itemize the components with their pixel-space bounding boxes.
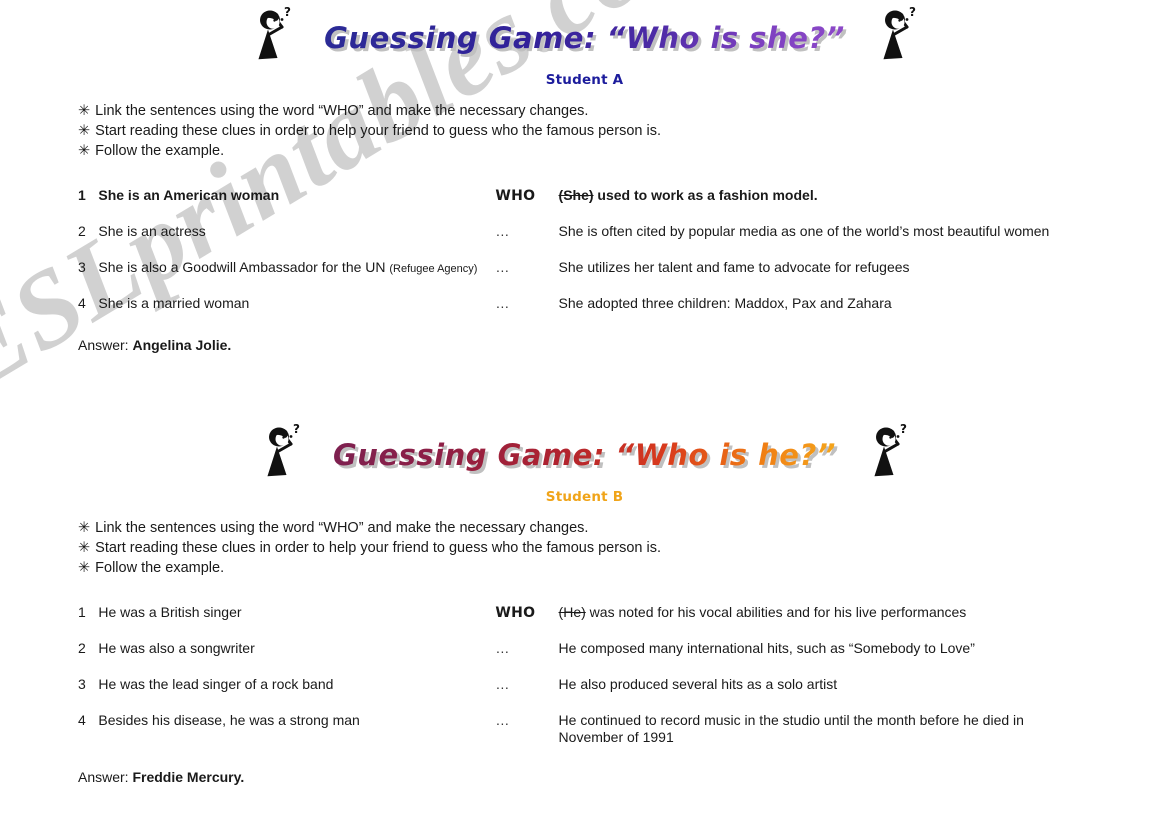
table-row: 3 She is also a Goodwill Ambassador for … <box>78 259 1088 295</box>
clue-left-text: She is also a Goodwill Ambassador for th… <box>98 259 478 275</box>
connector-dots: … <box>495 295 511 311</box>
section-a-instructions: ✳ Link the sentences using the word “WHO”… <box>78 102 1169 161</box>
connector-who: WHO <box>495 605 536 621</box>
svg-text:?: ? <box>900 422 907 436</box>
bullet-asterisk-icon: ✳ <box>78 123 91 139</box>
section-a-clue-table: 1 She is an American woman WHO (She) use… <box>78 187 1088 331</box>
clue-right-text: He also produced several hits as a solo … <box>558 676 838 692</box>
section-a-title-wordart: Guessing Game: “Who is she?” Guessing Ga… <box>324 21 847 58</box>
thinking-person-icon: ? <box>871 5 923 71</box>
section-b-title-wordart: Guessing Game: “Who is he?” Guessing Gam… <box>333 438 838 475</box>
section-b-title: Guessing Game: “Who is he?” <box>333 438 836 472</box>
section-b-header: ? Guessing Game: “Who is he?” Guessing G… <box>0 417 1169 505</box>
section-a-student-label: Student A <box>545 72 624 88</box>
clue-left-text: He was also a songwriter <box>98 640 255 656</box>
instruction-text: Follow the example. <box>95 560 225 576</box>
connector-dots: … <box>495 259 511 275</box>
section-a-answer: Answer: Angelina Jolie. <box>78 337 1169 353</box>
clue-left-text: He was the lead singer of a rock band <box>98 676 334 692</box>
clue-left-text: She is an American woman <box>98 187 280 203</box>
instruction-item: ✳ Link the sentences using the word “WHO”… <box>78 102 1169 121</box>
connector-who: WHO <box>495 188 536 204</box>
connector-dots: … <box>495 712 511 728</box>
clue-number: 3 <box>78 676 86 692</box>
instruction-item: ✳ Link the sentences using the word “WHO”… <box>78 519 1169 538</box>
clue-number: 4 <box>78 295 86 311</box>
bullet-asterisk-icon: ✳ <box>78 560 91 576</box>
svg-text:?: ? <box>284 5 291 19</box>
thinking-person-icon: ? <box>255 422 307 488</box>
instruction-text: Start reading these clues in order to he… <box>95 540 661 556</box>
clue-left-text: She is an actress <box>98 223 206 239</box>
table-row: 1 He was a British singer WHO (He) was n… <box>78 604 1088 640</box>
section-a-title: Guessing Game: “Who is she?” <box>324 21 845 55</box>
clue-number: 2 <box>78 223 86 239</box>
table-row: 4 Besides his disease, he was a strong m… <box>78 712 1088 763</box>
clue-right-text: She is often cited by popular media as o… <box>558 223 1050 239</box>
clue-right-text: (She) used to work as a fashion model. <box>558 187 818 203</box>
clue-right-text: She adopted three children: Maddox, Pax … <box>558 295 892 311</box>
table-row: 2 She is an actress … She is often cited… <box>78 223 1088 259</box>
clue-number: 1 <box>78 604 86 620</box>
bullet-asterisk-icon: ✳ <box>78 143 91 159</box>
clue-left-text: She is a married woman <box>98 295 250 311</box>
instruction-text: Start reading these clues in order to he… <box>95 123 661 139</box>
clue-number: 3 <box>78 259 86 275</box>
thinking-person-icon: ? <box>862 422 914 488</box>
section-b-clue-table: 1 He was a British singer WHO (He) was n… <box>78 604 1088 763</box>
worksheet-content: ? Guessing Game: “Who is she?” Guessing … <box>0 0 1169 785</box>
section-b-answer: Answer: Freddie Mercury. <box>78 769 1169 785</box>
clue-left-note: (Refugee Agency) <box>389 263 478 275</box>
svg-text:?: ? <box>293 422 300 436</box>
table-row: 4 She is a married woman … She adopted t… <box>78 295 1088 331</box>
instruction-item: ✳ Follow the example. <box>78 142 1169 161</box>
bullet-asterisk-icon: ✳ <box>78 103 91 119</box>
struck-pronoun: (He) <box>558 604 586 620</box>
bullet-asterisk-icon: ✳ <box>78 520 91 536</box>
thinking-person-icon: ? <box>246 5 298 71</box>
bullet-asterisk-icon: ✳ <box>78 540 91 556</box>
connector-dots: … <box>495 223 511 239</box>
table-row: 2 He was also a songwriter … He composed… <box>78 640 1088 676</box>
instruction-item: ✳ Follow the example. <box>78 559 1169 578</box>
svg-text:?: ? <box>909 5 916 19</box>
clue-left-text: He was a British singer <box>98 604 242 620</box>
connector-dots: … <box>495 676 511 692</box>
answer-value: Angelina Jolie. <box>132 337 232 353</box>
clue-right-text: He continued to record music in the stud… <box>558 712 1024 745</box>
instruction-text: Follow the example. <box>95 143 225 159</box>
clue-right-text: She utilizes her talent and fame to advo… <box>558 259 910 275</box>
instruction-item: ✳ Start reading these clues in order to h… <box>78 122 1169 141</box>
section-b-student-label: Student B <box>545 489 624 505</box>
clue-number: 4 <box>78 712 86 728</box>
instruction-item: ✳ Start reading these clues in order to h… <box>78 539 1169 558</box>
answer-value: Freddie Mercury. <box>132 769 245 785</box>
clue-number: 1 <box>78 187 86 203</box>
struck-pronoun: (She) <box>558 187 594 203</box>
clue-number: 2 <box>78 640 86 656</box>
section-student-b: ? Guessing Game: “Who is he?” Guessing G… <box>0 417 1169 785</box>
table-row: 1 She is an American woman WHO (She) use… <box>78 187 1088 223</box>
instruction-text: Link the sentences using the word “WHO” … <box>95 520 589 536</box>
connector-dots: … <box>495 640 511 656</box>
instruction-text: Link the sentences using the word “WHO” … <box>95 103 589 119</box>
clue-right-text: He composed many international hits, suc… <box>558 640 975 656</box>
answer-label: Answer: <box>78 769 129 785</box>
table-row: 3 He was the lead singer of a rock band … <box>78 676 1088 712</box>
section-b-instructions: ✳ Link the sentences using the word “WHO”… <box>78 519 1169 578</box>
section-a-header: ? Guessing Game: “Who is she?” Guessing … <box>0 0 1169 88</box>
section-student-a: ? Guessing Game: “Who is she?” Guessing … <box>0 0 1169 353</box>
worksheet-page: ESLprintables.com ? Guessing Game: “Who … <box>0 0 1169 821</box>
answer-label: Answer: <box>78 337 129 353</box>
clue-left-text: Besides his disease, he was a strong man <box>98 712 360 728</box>
clue-right-text: (He) was noted for his vocal abilities a… <box>558 604 967 620</box>
